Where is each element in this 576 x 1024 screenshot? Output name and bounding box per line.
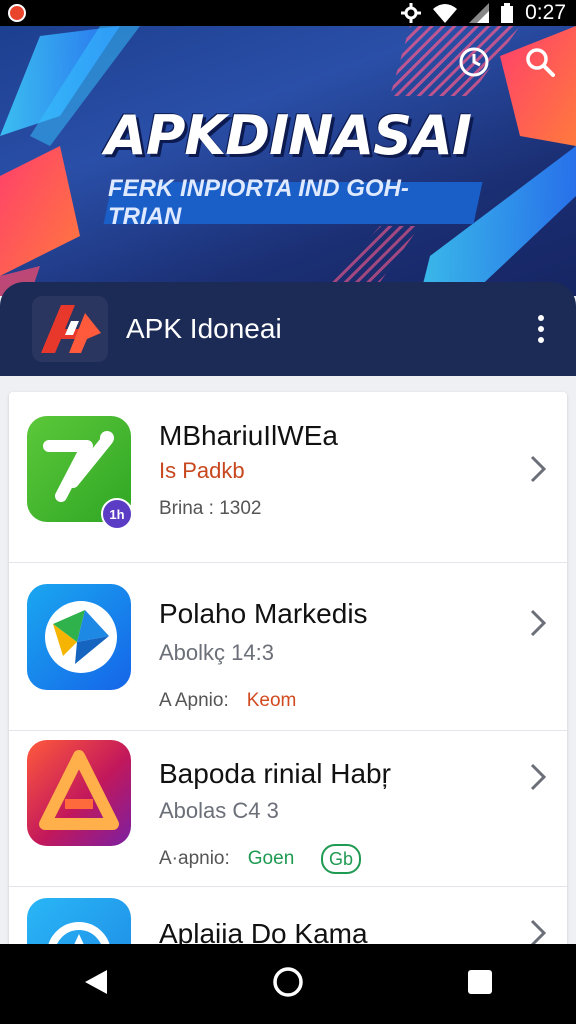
history-button[interactable] bbox=[454, 44, 494, 84]
app-title: APK Idoneai bbox=[126, 313, 282, 344]
clock: 0:27 bbox=[525, 1, 566, 24]
app-tag: Keom bbox=[246, 690, 297, 711]
back-button[interactable] bbox=[66, 954, 126, 1014]
app-list: 1h MBhariuIlWEa Is Padkb Brina : 1302 Po… bbox=[9, 392, 567, 952]
hero-subtitle: FERK INPIORTA IND GOH-TRIAN bbox=[108, 175, 409, 230]
app-meta-label: A·apnio: bbox=[159, 848, 230, 869]
header-banner: APKDINASAI FERK INPIORTA IND GOH-TRIAN bbox=[0, 26, 576, 296]
app-meta: Brina : 1302 bbox=[159, 498, 262, 519]
app-meta: A·apnio: Goen bbox=[159, 848, 294, 870]
hero-title: APKDINASAI bbox=[105, 104, 472, 167]
recents-icon bbox=[467, 969, 493, 1000]
search-icon bbox=[525, 47, 555, 82]
app-tag: Goen bbox=[247, 848, 295, 869]
app-name: Polaho Markedis bbox=[159, 598, 368, 629]
search-button[interactable] bbox=[520, 44, 560, 84]
play-triangle-icon bbox=[27, 584, 131, 690]
app-meta-label: A Apnio: bbox=[159, 690, 229, 711]
settings-icon bbox=[401, 3, 422, 23]
app-badge: 1h bbox=[101, 498, 133, 530]
chevron-right-icon bbox=[530, 609, 547, 637]
chevron-right-icon bbox=[530, 455, 547, 483]
app-name: MBhariuIlWEa bbox=[159, 420, 338, 451]
recents-button[interactable] bbox=[450, 954, 510, 1014]
home-button[interactable] bbox=[258, 954, 318, 1014]
app-developer: Is Padkb bbox=[159, 458, 245, 483]
chevron-right-icon bbox=[530, 763, 547, 791]
list-item[interactable]: Polaho Markedis Abolkç 14:3 A Apnio: Keom bbox=[9, 564, 567, 734]
history-icon bbox=[457, 45, 491, 84]
divider bbox=[9, 562, 567, 563]
app-developer: Abolkç 14:3 bbox=[159, 640, 274, 665]
triangle-a-icon bbox=[27, 740, 131, 846]
app-size-badge: Gb bbox=[321, 844, 362, 874]
notification-icon bbox=[8, 4, 26, 22]
list-item[interactable]: Aplaiia Do Kama bbox=[9, 886, 567, 952]
list-item[interactable]: Bapoda rinial Habŗ Abolas C4 3 A·apnio: G… bbox=[9, 724, 567, 894]
signal-icon bbox=[469, 3, 490, 23]
app-developer: Abolas C4 3 bbox=[159, 798, 279, 823]
list-item[interactable]: 1h MBhariuIlWEa Is Padkb Brina : 1302 bbox=[9, 392, 567, 562]
battery-icon bbox=[501, 3, 514, 23]
back-icon bbox=[83, 968, 109, 1001]
home-icon bbox=[272, 966, 304, 1003]
status-bar: 0:27 bbox=[0, 0, 576, 26]
app-logo bbox=[32, 296, 108, 362]
more-vert-icon[interactable] bbox=[528, 309, 554, 349]
app-name: Bapoda rinial Habŗ bbox=[159, 758, 391, 789]
wifi-icon bbox=[433, 3, 458, 23]
app-bar: APK Idoneai bbox=[0, 282, 576, 376]
app-meta: A Apnio: Keom bbox=[159, 690, 296, 712]
hero-subtitle-badge: FERK INPIORTA IND GOH-TRIAN bbox=[103, 175, 483, 230]
system-nav-bar bbox=[0, 944, 576, 1024]
